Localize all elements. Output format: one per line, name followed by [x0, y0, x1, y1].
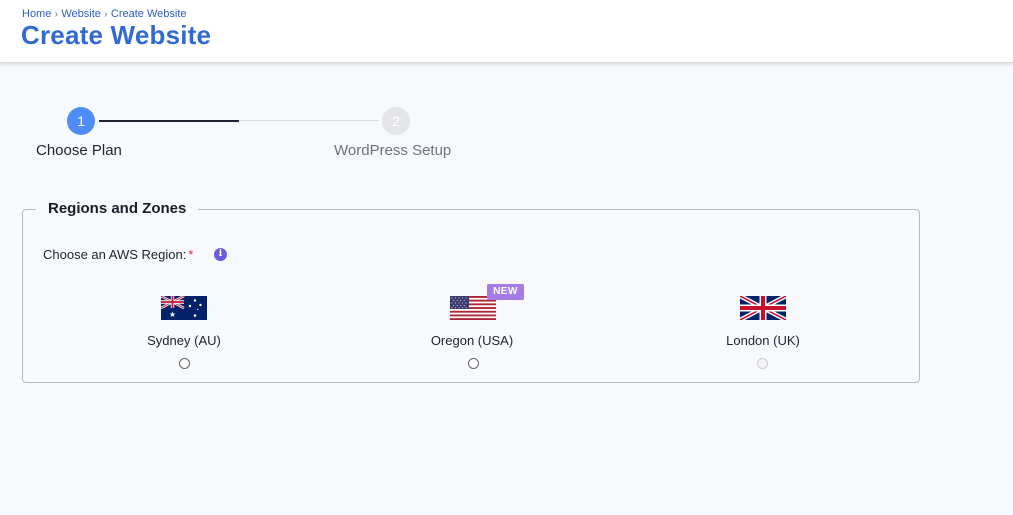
page-title: Create Website [21, 20, 212, 50]
aws-region-label-text: Choose an AWS Region: [43, 247, 187, 262]
region-radio-sydney[interactable] [179, 358, 190, 369]
region-name-oregon: Oregon (USA) [430, 333, 514, 348]
breadcrumb-home[interactable]: Home [22, 8, 51, 20]
region-option-london[interactable]: London (UK) [683, 296, 843, 386]
region-name-london: London (UK) [726, 333, 800, 348]
aws-region-label: Choose an AWS Region: * [43, 247, 193, 262]
step-2-label: WordPress Setup [334, 142, 452, 159]
step-2-indicator: 2 [382, 107, 410, 135]
step-1-label: Choose Plan [36, 142, 122, 159]
chevron-right-icon: › [104, 8, 108, 20]
breadcrumb-create-website[interactable]: Create Website [111, 8, 187, 20]
page-header: Home › Website › Create Website Create W… [0, 0, 1013, 63]
breadcrumb-website[interactable]: Website [61, 8, 101, 20]
step-1-indicator: 1 [67, 107, 95, 135]
step-connector-inactive [239, 120, 379, 121]
region-name-sydney: Sydney (AU) [147, 333, 221, 348]
step-connector-active [99, 120, 239, 122]
region-radio-london[interactable] [757, 358, 768, 369]
australia-flag-icon [161, 296, 207, 320]
regions-legend: Regions and Zones [36, 200, 199, 217]
region-option-sydney[interactable]: Sydney (AU) [104, 296, 264, 386]
breadcrumb: Home › Website › Create Website [22, 8, 187, 20]
region-option-oregon[interactable]: Oregon (USA) [392, 296, 552, 386]
chevron-right-icon: › [54, 8, 59, 20]
uk-flag-icon [740, 296, 786, 320]
region-radio-oregon[interactable] [468, 358, 479, 369]
required-mark: * [188, 247, 194, 262]
new-badge: NEW [487, 284, 524, 300]
info-icon[interactable]: i [214, 248, 227, 261]
